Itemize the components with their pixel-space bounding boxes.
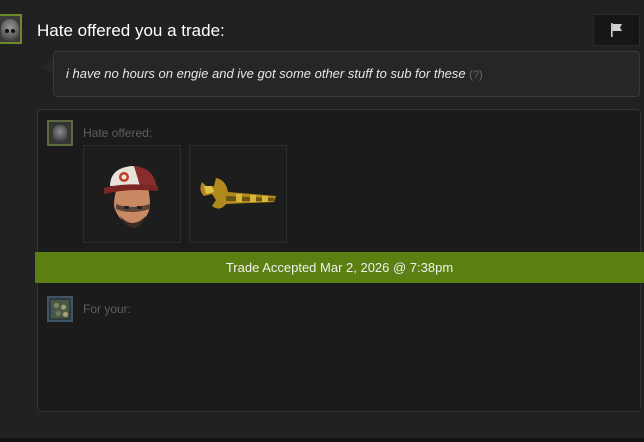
message-bubble-tail <box>40 60 54 74</box>
report-flag-button[interactable] <box>593 14 640 46</box>
bottom-divider <box>0 438 644 442</box>
for-your-label: For your: <box>83 302 132 316</box>
message-body: i have no hours on engie and ive got som… <box>66 66 466 81</box>
trade-message: i have no hours on engie and ive got som… <box>53 51 640 97</box>
avatar-face-icon <box>1 19 19 41</box>
offered-label: Hate offered: <box>83 126 153 140</box>
trade-status-banner: Trade Accepted Mar 2, 2026 @ 7:38pm <box>35 252 644 283</box>
soldier-head-cap-icon <box>104 166 158 228</box>
avatar-texture-icon <box>51 300 69 318</box>
golden-wrench-icon <box>200 178 276 209</box>
help-link[interactable]: (?) <box>469 69 482 81</box>
offered-item-soldier-cap[interactable] <box>83 145 181 243</box>
page-title: Hate offered you a trade: <box>37 21 225 40</box>
trade-status-text: Trade Accepted Mar 2, 2026 @ 7:38pm <box>225 260 454 275</box>
offered-item-golden-wrench[interactable] <box>189 145 287 243</box>
user-avatar[interactable] <box>0 14 22 44</box>
avatar-face-icon <box>53 125 67 142</box>
recipient-avatar[interactable] <box>47 296 73 322</box>
flag-icon <box>610 23 622 37</box>
offerer-avatar[interactable] <box>47 120 73 146</box>
message-text: i have no hours on engie and ive got som… <box>66 66 483 81</box>
